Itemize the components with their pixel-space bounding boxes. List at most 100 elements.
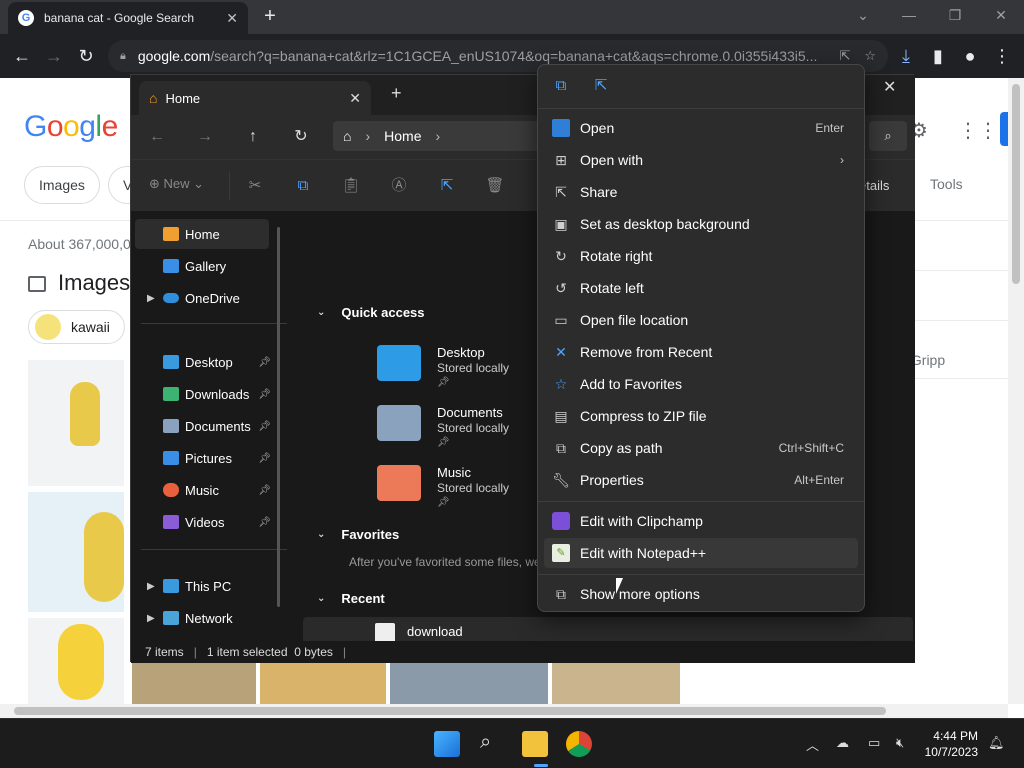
menu-item-share[interactable]: ⇱ Share (544, 177, 858, 207)
scrollbar-thumb[interactable] (14, 707, 886, 715)
search-icon[interactable]: ⌕ (869, 121, 907, 151)
forward-arrow-icon[interactable]: → (193, 125, 217, 149)
recent-header[interactable]: ⌄ Recent (317, 591, 385, 606)
close-window-button[interactable]: ✕ (883, 77, 896, 97)
chevron-up-icon[interactable]: ︿ (806, 735, 819, 754)
vertical-scrollbar[interactable] (1008, 78, 1024, 704)
nav-item-this-pc[interactable]: ▶ This PC (135, 571, 269, 601)
chevron-right-icon[interactable]: ▶ (147, 581, 155, 592)
close-tab-icon[interactable]: ✕ (226, 10, 238, 27)
share-icon[interactable]: ⇱ (437, 176, 457, 196)
profile-icon[interactable]: ● (958, 44, 982, 68)
nav-item-network[interactable]: ▶ Network (135, 603, 269, 633)
chevron-down-icon[interactable]: ⌄ (317, 307, 325, 318)
pin-icon[interactable]: 📌︎ (258, 485, 271, 496)
pin-icon[interactable]: 📌︎ (258, 517, 271, 528)
notification-bell-icon[interactable]: 🔔︎ (988, 735, 1005, 751)
chrome-tab[interactable]: G banana cat - Google Search ✕ (8, 2, 248, 34)
new-button[interactable]: ⊕ New ⌄ (149, 176, 204, 192)
share-icon[interactable]: ⇱ (592, 77, 610, 95)
nav-item-onedrive[interactable]: ▶ OneDrive (135, 283, 269, 313)
close-window-button[interactable]: ✕ (986, 4, 1016, 26)
download-icon[interactable]: ⤓ (894, 44, 918, 68)
onedrive-cloud-icon[interactable]: ☁ (836, 735, 849, 751)
reload-button[interactable]: ↻ (74, 44, 98, 68)
pin-icon[interactable]: 📌︎ (258, 389, 271, 400)
bookmark-star-icon[interactable]: ☆ (864, 48, 876, 64)
back-arrow-icon[interactable]: ← (145, 125, 169, 149)
tools-button[interactable]: Tools (930, 176, 963, 192)
menu-item-compress-zip[interactable]: ▤ Compress to ZIP file (544, 401, 858, 431)
minimize-button[interactable]: — (894, 4, 924, 26)
horizontal-scrollbar[interactable] (0, 704, 1008, 718)
menu-item-properties[interactable]: 🔧︎ Properties Alt+Enter (544, 465, 858, 495)
scrollbar-thumb[interactable] (1012, 84, 1020, 284)
pin-icon[interactable]: 📌︎ (258, 357, 271, 368)
explorer-address-bar[interactable]: ⌂ › Home › (333, 121, 553, 151)
explorer-tab-home[interactable]: ⌂ Home ✕ (139, 81, 371, 115)
pin-icon[interactable]: 📌︎ (258, 453, 271, 464)
favorites-header[interactable]: ⌄ Favorites (317, 527, 399, 542)
menu-item-open-with[interactable]: ⊞ Open with › (544, 145, 858, 175)
nav-scrollbar[interactable] (277, 227, 280, 607)
menu-item-rotate-left[interactable]: ↺ Rotate left (544, 273, 858, 303)
menu-item-rotate-right[interactable]: ↻ Rotate right (544, 241, 858, 271)
kawaii-suggestion-chip[interactable]: kawaii (28, 310, 125, 344)
side-panel-icon[interactable]: ▮ (926, 44, 950, 68)
new-tab-button[interactable]: + (258, 4, 282, 28)
maximize-button[interactable]: ❐ (940, 4, 970, 26)
image-result-thumb[interactable] (390, 662, 548, 704)
menu-item-open-file-location[interactable]: ▭ Open file location (544, 305, 858, 335)
menu-item-edit-clipchamp[interactable]: Edit with Clipchamp (544, 506, 858, 536)
image-result-thumb[interactable] (552, 662, 680, 704)
menu-item-copy-as-path[interactable]: ⧉ Copy as path Ctrl+Shift+C (544, 433, 858, 463)
nav-item-gallery[interactable]: Gallery (135, 251, 269, 281)
paste-icon[interactable]: 📋︎ (341, 176, 361, 196)
forward-button[interactable]: → (42, 44, 66, 68)
close-tab-icon[interactable]: ✕ (349, 90, 361, 107)
nav-item-desktop[interactable]: Desktop 📌︎ (135, 347, 271, 377)
delete-icon[interactable]: 🗑︎ (485, 176, 505, 196)
nav-item-documents[interactable]: Documents 📌︎ (135, 411, 271, 441)
image-result-thumb[interactable] (28, 618, 124, 704)
copy-icon[interactable]: ⧉ (552, 77, 570, 95)
file-explorer-icon[interactable] (522, 731, 548, 757)
refresh-icon[interactable]: ↻ (289, 125, 313, 149)
chevron-right-icon[interactable]: ▶ (147, 613, 155, 624)
menu-item-remove-from-recent[interactable]: ✕ Remove from Recent (544, 337, 858, 367)
nav-item-music[interactable]: Music 📌︎ (135, 475, 271, 505)
windows-start-icon[interactable] (434, 731, 460, 757)
menu-item-set-desktop-background[interactable]: ▣ Set as desktop background (544, 209, 858, 239)
chevron-right-icon[interactable]: ▶ (147, 293, 155, 304)
image-result-thumb[interactable] (28, 360, 124, 486)
network-icon[interactable]: ▭ (868, 735, 880, 751)
chevron-down-icon[interactable]: ⌄ (317, 529, 325, 540)
volume-muted-icon[interactable]: 🔇︎ (896, 735, 904, 751)
menu-icon[interactable]: ⋮ (990, 44, 1014, 68)
copy-icon[interactable]: ⧉ (293, 176, 313, 196)
image-result-thumb[interactable] (260, 662, 386, 704)
address-segment-home[interactable]: Home (384, 128, 421, 144)
system-clock[interactable]: 4:44 PM 10/7/2023 (922, 728, 978, 760)
chevron-down-icon[interactable]: ⌄ (317, 593, 325, 604)
search-icon[interactable]: ⌕ (480, 731, 491, 754)
nav-item-videos[interactable]: Videos 📌︎ (135, 507, 271, 537)
up-arrow-icon[interactable]: ↑ (241, 125, 265, 149)
sign-in-button[interactable] (1000, 112, 1008, 146)
images-filter-chip[interactable]: Images (24, 166, 100, 204)
share-icon[interactable]: ⇱ (839, 48, 850, 64)
nav-item-downloads[interactable]: Downloads 📌︎ (135, 379, 271, 409)
tab-search-icon[interactable]: ⌄ (848, 4, 878, 26)
nav-item-home[interactable]: Home (135, 219, 269, 249)
quick-access-header[interactable]: ⌄ Quick access (317, 305, 425, 320)
menu-item-open[interactable]: Open Enter (544, 113, 858, 143)
google-logo[interactable]: Google (24, 110, 118, 144)
menu-item-show-more-options[interactable]: ⧉ Show more options (544, 579, 858, 609)
image-result-thumb[interactable] (132, 662, 256, 704)
rename-icon[interactable]: Ⓐ (389, 176, 409, 196)
nav-item-pictures[interactable]: Pictures 📌︎ (135, 443, 271, 473)
new-tab-button[interactable]: + (391, 83, 402, 104)
back-button[interactable]: ← (10, 44, 34, 68)
cut-icon[interactable]: ✂ (245, 176, 265, 196)
menu-item-edit-notepad-plus-plus[interactable]: ✎ Edit with Notepad++ (544, 538, 858, 568)
